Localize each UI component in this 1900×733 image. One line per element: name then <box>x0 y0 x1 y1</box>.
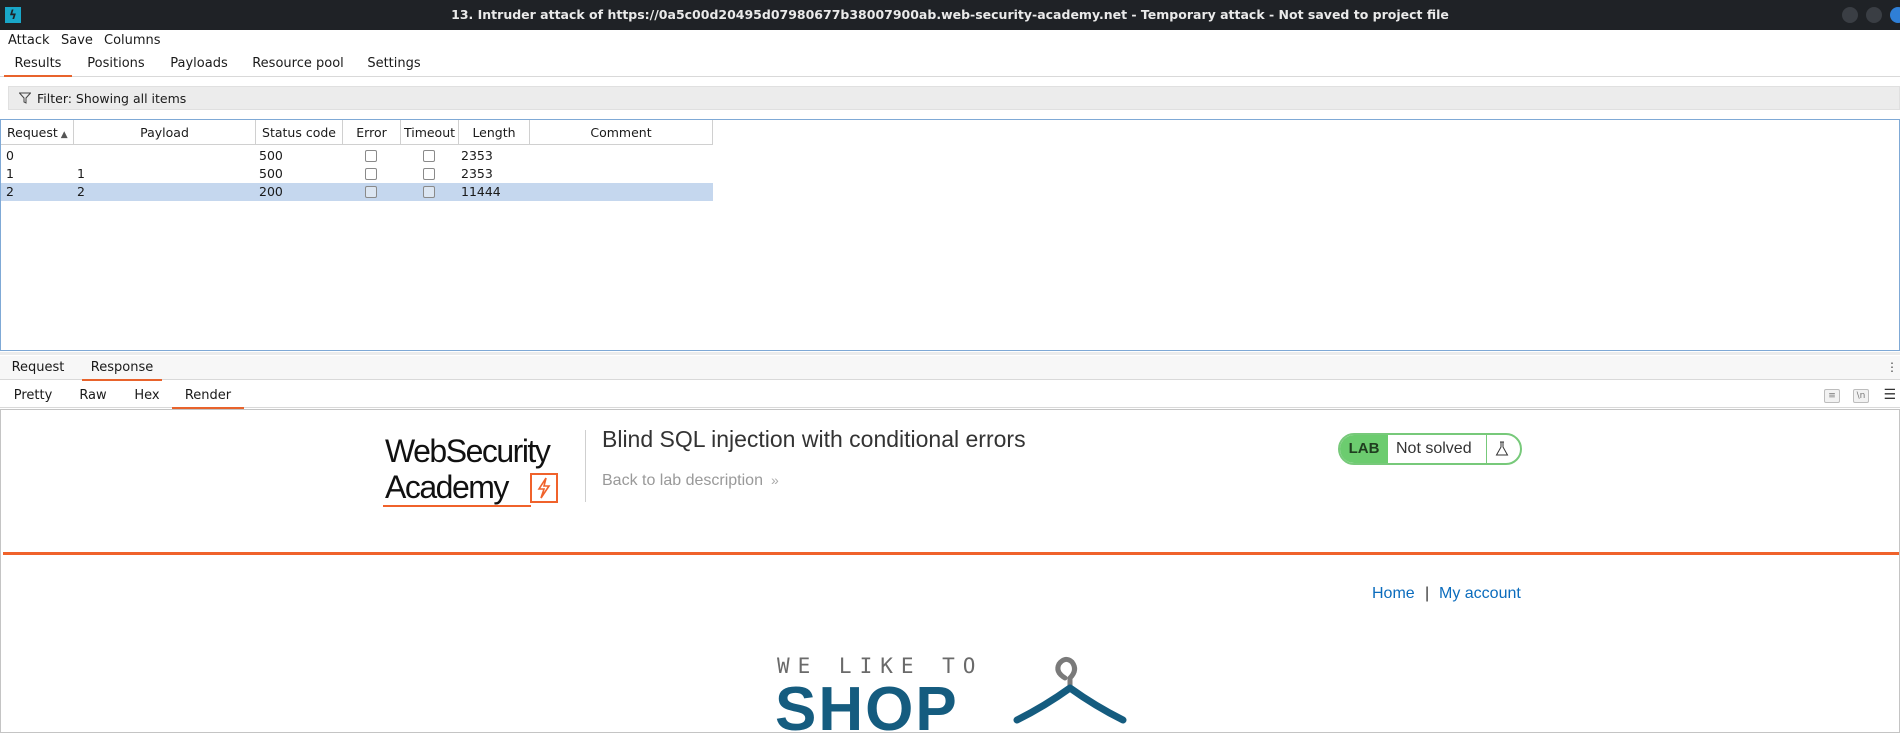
nav-separator: | <box>1425 585 1430 602</box>
nav-my-account-link[interactable]: My account <box>1439 585 1521 603</box>
pane-splitter[interactable] <box>0 352 1900 355</box>
lab-title: Blind SQL injection with conditional err… <box>602 426 1026 452</box>
column-header-request[interactable]: Request ▲ <box>1 120 74 145</box>
back-to-lab-link[interactable]: Back to lab description» <box>602 472 779 490</box>
column-header-status-code[interactable]: Status code <box>256 120 343 145</box>
sort-ascending-icon: ▲ <box>60 130 68 140</box>
maximize-button[interactable] <box>1866 7 1882 23</box>
message-tabs: Request Response ⋮ <box>0 356 1900 381</box>
show-nonprintable-icon[interactable]: \n <box>1853 389 1869 403</box>
error-checkbox[interactable] <box>365 168 377 180</box>
nav-home-link[interactable]: Home <box>1372 585 1415 603</box>
error-checkbox[interactable] <box>365 150 377 162</box>
cell-request: 1 <box>6 166 14 181</box>
column-header-timeout[interactable]: Timeout <box>401 120 459 145</box>
menu-columns[interactable]: Columns <box>104 33 161 48</box>
more-options-icon[interactable]: ⋮ <box>1886 360 1898 374</box>
table-row[interactable]: 0 500 2353 <box>1 147 713 165</box>
cell-request: 2 <box>6 184 14 199</box>
filter-icon <box>19 92 31 104</box>
title-bar: ϟ 13. Intruder attack of https://0a5c00d… <box>0 0 1900 30</box>
menu-save[interactable]: Save <box>61 33 93 48</box>
logo-text-line1: WebSecurity <box>385 433 551 469</box>
tab-response[interactable]: Response <box>82 360 162 381</box>
column-header-payload[interactable]: Payload <box>74 120 256 145</box>
wrap-lines-icon[interactable]: ≡ <box>1824 389 1840 403</box>
lab-tag: LAB <box>1340 435 1388 463</box>
table-row-selected[interactable]: 2 2 200 11444 <box>1 183 713 201</box>
logo-underline <box>383 505 531 507</box>
lab-status-badge: LAB Not solved <box>1338 433 1522 465</box>
lab-status-text: Not solved <box>1396 440 1472 457</box>
double-chevron-right-icon: » <box>770 472 779 488</box>
shop-logo-word: SHOP <box>775 675 959 733</box>
timeout-checkbox[interactable] <box>423 150 435 162</box>
table-row[interactable]: 1 1 500 2353 <box>1 165 713 183</box>
cell-length: 11444 <box>461 184 501 199</box>
rendered-response: WebSecurity Academy Blind SQL injection … <box>0 409 1900 733</box>
cell-length: 2353 <box>461 148 493 163</box>
timeout-checkbox[interactable] <box>423 168 435 180</box>
tab-results[interactable]: Results <box>4 56 72 77</box>
cell-payload: 1 <box>77 166 85 181</box>
tab-raw[interactable]: Raw <box>70 388 116 409</box>
cell-length: 2353 <box>461 166 493 181</box>
cell-status-code: 500 <box>259 148 283 163</box>
logo-bolt-icon <box>530 473 558 503</box>
cell-request: 0 <box>6 148 14 163</box>
tab-payloads[interactable]: Payloads <box>166 56 232 77</box>
menu-icon[interactable]: ☰ <box>1883 387 1896 403</box>
header-divider <box>585 430 586 502</box>
column-header-comment[interactable]: Comment <box>530 120 713 145</box>
table-header: Request ▲ Payload Status code Error Timeo… <box>1 120 713 145</box>
menu-bar: Attack Save Columns <box>0 30 1900 52</box>
tab-resource-pool[interactable]: Resource pool <box>252 56 344 77</box>
view-tabs: Pretty Raw Hex Render ≡ \n ☰ <box>0 384 1900 409</box>
filter-bar[interactable]: Filter: Showing all items <box>8 86 1900 110</box>
tab-render[interactable]: Render <box>172 388 244 409</box>
close-button[interactable] <box>1890 7 1900 23</box>
logo-text-line2: Academy <box>385 469 509 505</box>
menu-attack[interactable]: Attack <box>8 33 50 48</box>
cell-payload: 2 <box>77 184 85 199</box>
cell-status-code: 200 <box>259 184 283 199</box>
filter-label: Filter: Showing all items <box>37 91 187 106</box>
window-title: 13. Intruder attack of https://0a5c00d20… <box>451 7 1449 22</box>
hanger-icon <box>1013 656 1127 724</box>
flask-icon <box>1495 441 1509 456</box>
badge-divider <box>1486 435 1487 463</box>
tab-hex[interactable]: Hex <box>128 388 166 409</box>
column-header-error[interactable]: Error <box>343 120 401 145</box>
tab-request[interactable]: Request <box>6 360 70 381</box>
minimize-button[interactable] <box>1842 7 1858 23</box>
tab-positions[interactable]: Positions <box>84 56 148 77</box>
tab-settings[interactable]: Settings <box>364 56 424 77</box>
web-security-academy-logo[interactable]: WebSecurity Academy <box>383 433 585 513</box>
tab-pretty[interactable]: Pretty <box>8 388 58 409</box>
attack-tabs: Results Positions Payloads Resource pool… <box>0 52 1900 77</box>
error-checkbox[interactable] <box>365 186 377 198</box>
timeout-checkbox[interactable] <box>423 186 435 198</box>
header-rule <box>3 552 1899 555</box>
cell-status-code: 500 <box>259 166 283 181</box>
results-table: Request ▲ Payload Status code Error Timeo… <box>0 119 1900 351</box>
column-header-length[interactable]: Length <box>459 120 530 145</box>
